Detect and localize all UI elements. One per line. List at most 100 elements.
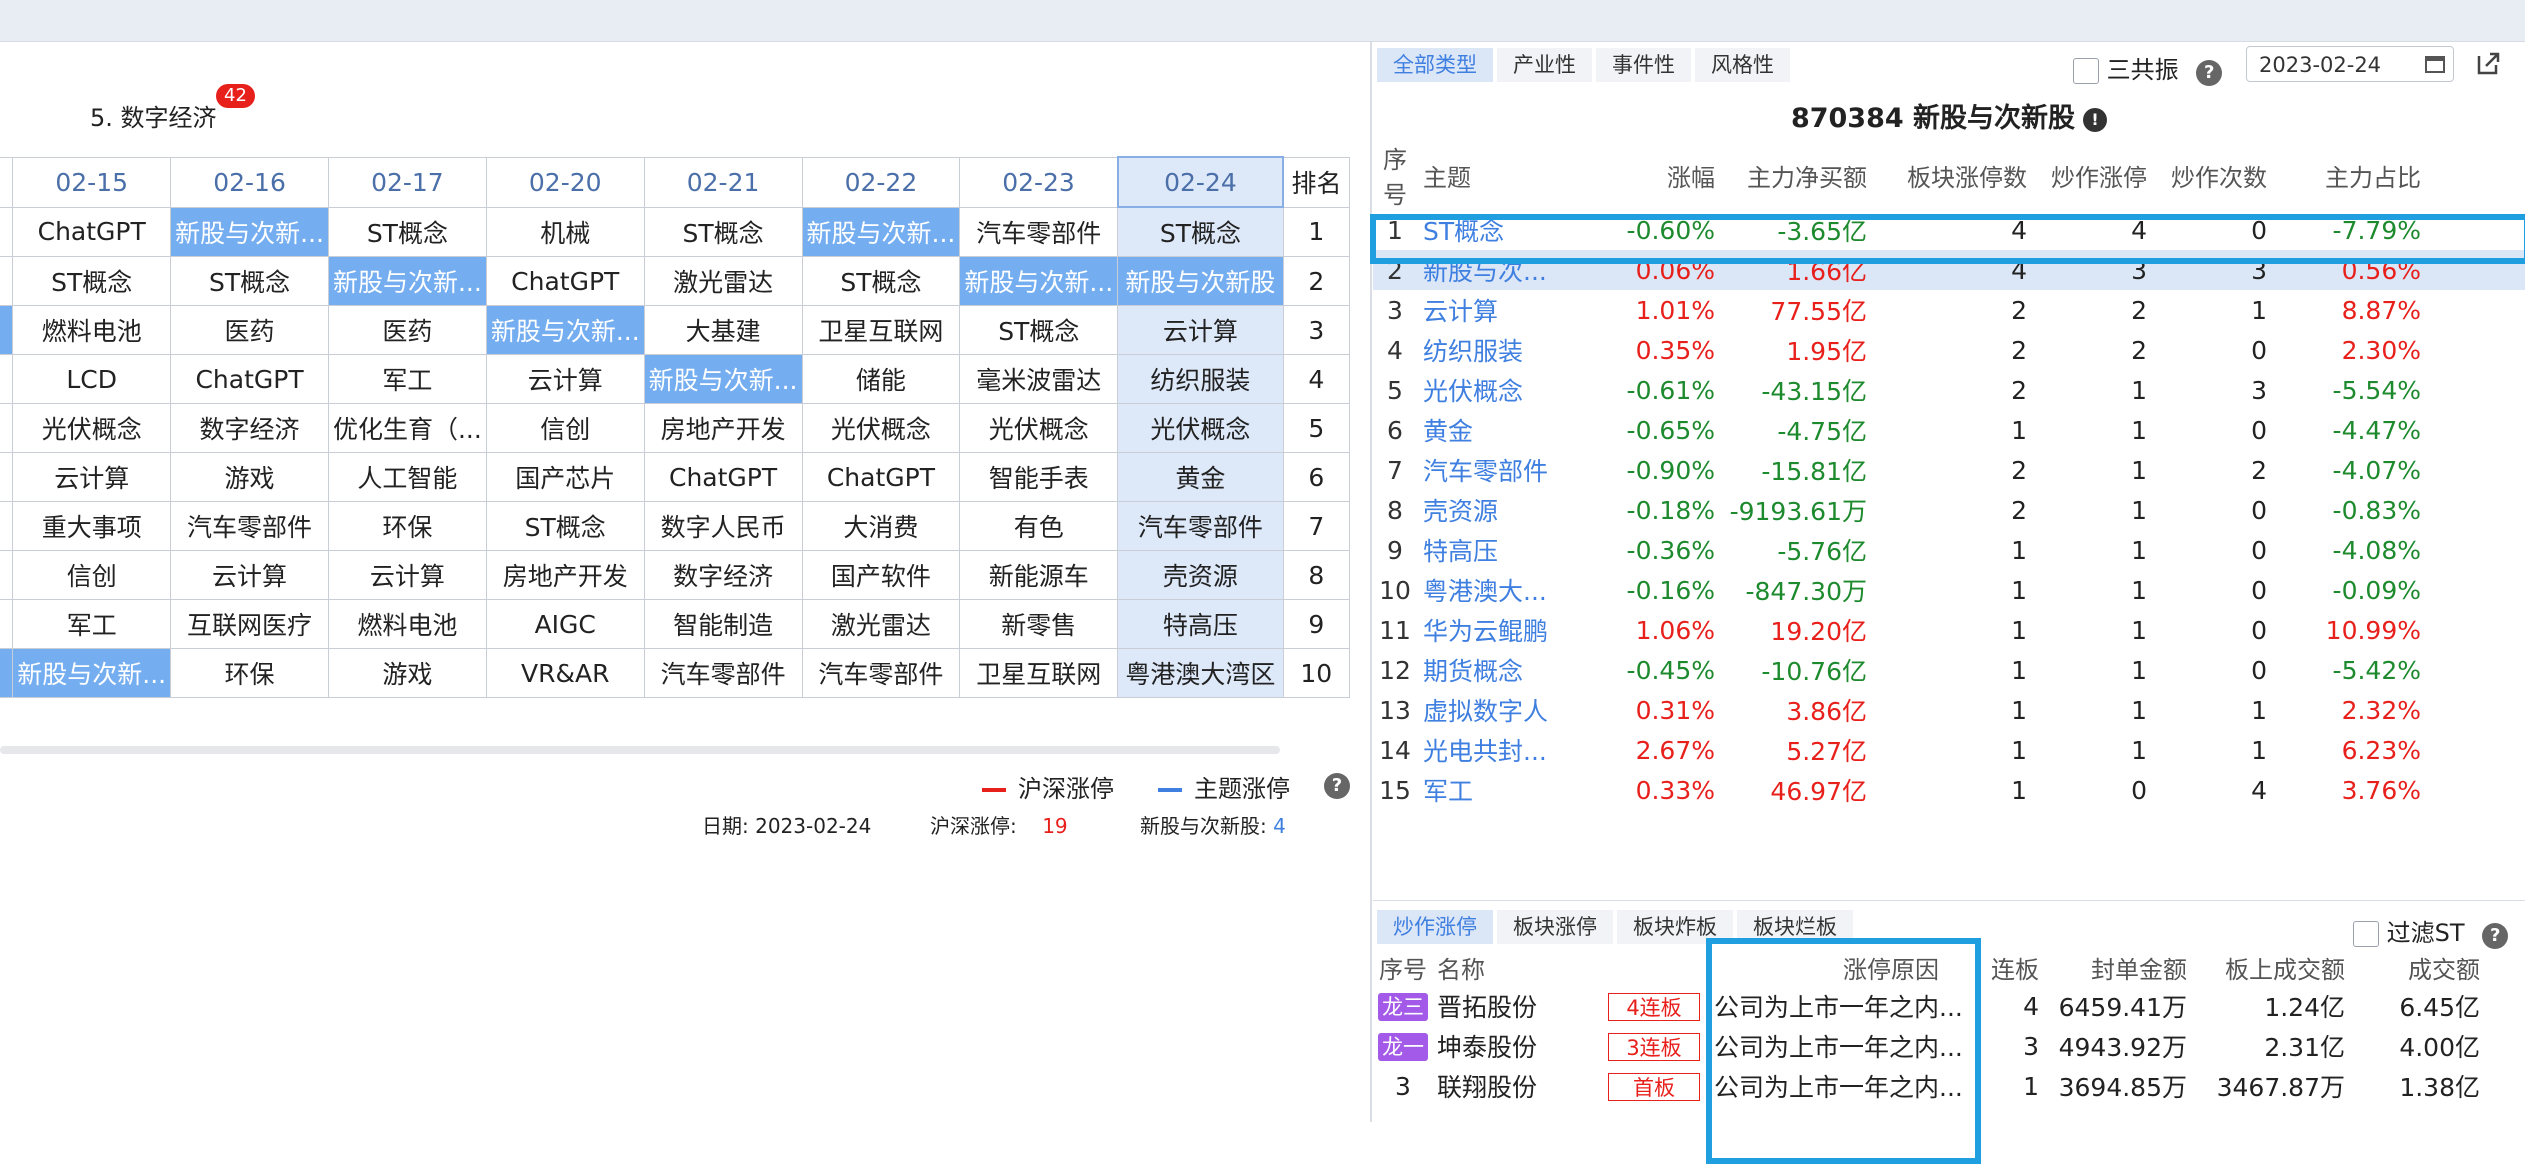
theme-column-header[interactable]: 板块涨停数 — [1875, 140, 2051, 210]
grid-cell[interactable] — [0, 403, 14, 453]
grid-cell[interactable]: 新股与次新股 — [1117, 256, 1284, 306]
theme-name-link[interactable]: 黄金 — [1417, 410, 1607, 450]
grid-cell[interactable]: 环保 — [170, 648, 329, 698]
theme-column-header[interactable]: 炒作次数 — [2171, 140, 2291, 210]
theme-name-link[interactable]: 新股与次... — [1417, 250, 1607, 290]
theme-row[interactable]: 12 期货概念 -0.45% -10.76亿 1 1 0 -5.42% — [1373, 650, 2525, 690]
grid-date-header[interactable]: 02-20 — [485, 156, 645, 208]
grid-cell[interactable]: ST概念 — [12, 256, 172, 306]
stock-column-header[interactable]: 封单金额 — [2049, 948, 2197, 986]
grid-cell[interactable]: 游戏 — [327, 648, 487, 698]
grid-date-header[interactable]: 02-24 — [1116, 156, 1285, 208]
grid-cell[interactable]: ST概念 — [170, 256, 329, 306]
grid-cell[interactable]: 毫米波雷达 — [959, 354, 1119, 404]
stock-name[interactable]: 晋拓股份 — [1433, 986, 1553, 1026]
tab-theme-type[interactable]: 产业性 — [1497, 48, 1592, 82]
grid-cell[interactable]: 光伏概念 — [12, 403, 172, 453]
grid-cell[interactable]: 数字经济 — [170, 403, 329, 453]
grid-cell[interactable]: 房地产开发 — [643, 403, 803, 453]
filter-st-option[interactable]: 过滤ST ? — [2353, 913, 2509, 949]
grid-cell[interactable]: 智能制造 — [643, 599, 803, 649]
export-icon[interactable] — [2476, 50, 2502, 76]
tab-theme-type[interactable]: 事件性 — [1596, 48, 1691, 82]
theme-column-header[interactable]: 涨幅 — [1607, 140, 1723, 210]
theme-row[interactable]: 2 新股与次... 0.06% 1.66亿 4 3 3 0.56% — [1373, 250, 2525, 290]
theme-row[interactable]: 6 黄金 -0.65% -4.75亿 1 1 0 -4.47% — [1373, 410, 2525, 450]
grid-cell[interactable]: 特高压 — [1117, 599, 1284, 649]
grid-cell[interactable]: 游戏 — [170, 452, 329, 502]
resonance-option[interactable]: 三共振 ? — [2073, 50, 2223, 86]
theme-row[interactable]: 10 粤港澳大... -0.16% -847.30万 1 1 0 -0.09% — [1373, 570, 2525, 610]
grid-cell[interactable]: 数字人民币 — [643, 501, 803, 551]
grid-cell[interactable]: ST概念 — [327, 206, 487, 257]
grid-cell[interactable]: 黄金 — [1117, 452, 1284, 502]
grid-cell[interactable]: 新能源车 — [959, 550, 1119, 600]
theme-name-link[interactable]: 华为云鲲鹏 — [1417, 610, 1607, 650]
grid-cell[interactable]: ST概念 — [485, 501, 645, 551]
grid-date-header[interactable]: 02-15 — [12, 156, 172, 208]
grid-cell[interactable]: 粤港澳大湾区 — [1117, 648, 1284, 698]
grid-cell[interactable] — [0, 550, 14, 600]
stock-column-header[interactable]: 连板 — [1981, 948, 2049, 986]
grid-cell[interactable]: 纺织服装 — [1117, 354, 1284, 404]
calendar-icon[interactable] — [2425, 56, 2445, 73]
grid-cell[interactable]: 汽车零部件 — [643, 648, 803, 698]
help-icon[interactable]: ? — [2196, 60, 2223, 86]
grid-cell[interactable]: 激光雷达 — [801, 599, 961, 649]
grid-cell[interactable]: . — [0, 501, 14, 551]
grid-cell[interactable]: 重大事项 — [12, 501, 172, 551]
grid-cell[interactable]: ST概念 — [643, 206, 803, 257]
panel-divider[interactable] — [1370, 42, 1372, 1122]
theme-column-header[interactable]: 序号 — [1373, 140, 1417, 210]
theme-name-link[interactable]: 特高压 — [1417, 530, 1607, 570]
grid-cell[interactable]: ChatGPT — [643, 452, 803, 502]
grid-cell[interactable] — [0, 452, 14, 502]
grid-cell[interactable]: ChatGPT — [12, 206, 172, 257]
grid-cell[interactable]: 大消费 — [801, 501, 961, 551]
tab-theme-type[interactable]: 风格性 — [1695, 48, 1790, 82]
grid-date-header[interactable]: 02-23 — [959, 156, 1119, 208]
grid-cell[interactable] — [0, 256, 14, 306]
theme-name-link[interactable]: 期货概念 — [1417, 650, 1607, 690]
stock-column-header[interactable]: 板上成交额 — [2197, 948, 2355, 986]
theme-row[interactable]: 14 光电共封... 2.67% 5.27亿 1 1 1 6.23% — [1373, 730, 2525, 770]
theme-row[interactable]: 11 华为云鲲鹏 1.06% 19.20亿 1 1 0 10.99% — [1373, 610, 2525, 650]
theme-name-link[interactable]: 云计算 — [1417, 290, 1607, 330]
grid-cell[interactable]: 军工 — [12, 599, 172, 649]
grid-cell[interactable]: . — [0, 648, 14, 698]
horizontal-scrollbar[interactable] — [0, 746, 1280, 754]
theme-row[interactable]: 8 壳资源 -0.18% -9193.61万 2 1 0 -0.83% — [1373, 490, 2525, 530]
resonance-checkbox[interactable] — [2073, 58, 2099, 84]
legend-help[interactable]: ? — [1324, 769, 1350, 799]
theme-name-link[interactable]: 壳资源 — [1417, 490, 1607, 530]
theme-row[interactable]: 3 云计算 1.01% 77.55亿 2 2 1 8.87% — [1373, 290, 2525, 330]
grid-cell[interactable]: 新股与次新... — [170, 206, 329, 257]
grid-date-header[interactable]: 02-21 — [643, 156, 803, 208]
theme-column-header[interactable]: 主力净买额 — [1723, 140, 1875, 210]
grid-cell[interactable]: 云计算 — [170, 550, 329, 600]
theme-name-link[interactable]: 粤港澳大... — [1417, 570, 1607, 610]
grid-cell[interactable]: 云计算 — [327, 550, 487, 600]
grid-cell[interactable]: 数字经济 — [643, 550, 803, 600]
grid-cell[interactable]: 军工 — [327, 354, 487, 404]
grid-cell[interactable] — [0, 206, 14, 257]
stock-column-header[interactable]: 名称 — [1433, 948, 1553, 986]
grid-cell[interactable]: ST概念 — [959, 305, 1119, 355]
theme-row[interactable]: 9 特高压 -0.36% -5.76亿 1 1 0 -4.08% — [1373, 530, 2525, 570]
theme-row[interactable]: 4 纺织服装 0.35% 1.95亿 2 2 0 2.30% — [1373, 330, 2525, 370]
theme-name-link[interactable]: 光伏概念 — [1417, 370, 1607, 410]
grid-cell[interactable]: 光伏概念 — [801, 403, 961, 453]
grid-cell[interactable]: 医药 — [170, 305, 329, 355]
grid-cell[interactable]: ST概念 — [801, 256, 961, 306]
grid-cell[interactable]: 环保 — [327, 501, 487, 551]
grid-cell[interactable]: 新零售 — [959, 599, 1119, 649]
grid-cell[interactable]: 光伏概念 — [1117, 403, 1284, 453]
grid-cell[interactable]: 医药 — [327, 305, 487, 355]
theme-name-link[interactable]: 军工 — [1417, 770, 1607, 810]
theme-column-header[interactable]: 主题 — [1417, 140, 1607, 210]
grid-cell[interactable]: 激光雷达 — [643, 256, 803, 306]
theme-row[interactable]: 13 虚拟数字人 0.31% 3.86亿 1 1 1 2.32% — [1373, 690, 2525, 730]
grid-cell[interactable]: 云计算 — [12, 452, 172, 502]
grid-date-header[interactable]: 02-17 — [327, 156, 487, 208]
theme-name-link[interactable]: 虚拟数字人 — [1417, 690, 1607, 730]
